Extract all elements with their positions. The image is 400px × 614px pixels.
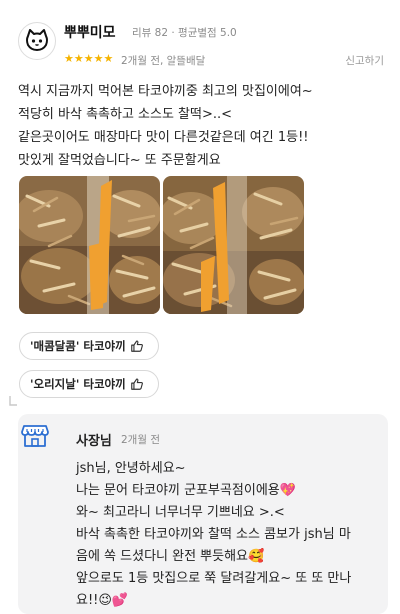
- report-button[interactable]: 신고하기: [345, 53, 384, 68]
- reply-line: 와~ 최고라니 너무너무 기쁘네요 >.<: [76, 505, 285, 520]
- review-line: 맛있게 잘먹었습니다~ 또 주문할게요: [18, 153, 221, 168]
- reply-line: jsh님, 안녕하세요~: [76, 461, 186, 476]
- menu-tag[interactable]: '매콤달콤' 타코야끼: [19, 332, 159, 360]
- reviewer-meta: 리뷰 82 · 평균별점 5.0: [132, 27, 237, 39]
- menu-tag[interactable]: '오리지날' 타코야끼: [19, 370, 159, 398]
- menu-tag-label: '오리지날' 타코야끼: [30, 377, 126, 391]
- reply-line: 요!!😉💕: [76, 593, 129, 608]
- owner-name: 사장님: [76, 434, 112, 449]
- reply-line: 앞으로도 1등 맛집으로 쭉 달려갈게요~ 또 또 만나: [76, 571, 352, 586]
- thumbs-up-icon: [130, 378, 143, 390]
- review-photo[interactable]: [163, 176, 304, 314]
- owner-reply-date: 2개월 전: [121, 434, 160, 446]
- reply-line: 바삭 촉촉한 타코야끼와 찰떡 소스 콤보가 jsh님 마: [76, 527, 351, 542]
- review-photo[interactable]: [19, 176, 160, 314]
- reviewer-avatar[interactable]: [18, 22, 56, 60]
- rating-stars: ★★★★★: [64, 52, 114, 65]
- reply-line: 나는 문어 타코야끼 군포부곡점이에용💖: [76, 483, 296, 498]
- owner-reply-text: jsh님, 안녕하세요~ 나는 문어 타코야끼 군포부곡점이에용💖 와~ 최고라…: [76, 458, 382, 612]
- reviewer-name[interactable]: 뿌뿌미모: [64, 22, 116, 42]
- review-text: 역시 지금까지 먹어본 타코야끼중 최고의 맛집이에여~ 적당히 바삭 촉촉하고…: [18, 80, 388, 172]
- review-date: 2개월 전, 알뜰배달: [121, 55, 206, 67]
- reply-line: 음에 쏙 드셨다니 완전 뿌듯해요🥰: [76, 549, 265, 564]
- cat-face-icon: [26, 29, 48, 51]
- review-line: 역시 지금까지 먹어본 타코야끼중 최고의 맛집이에여~: [18, 84, 313, 99]
- review-line: 같은곳이어도 매장마다 맛이 다른것같은데 여긴 1등!!: [18, 130, 309, 145]
- storefront-icon: [20, 420, 50, 450]
- reply-corner-icon: [9, 396, 17, 406]
- menu-tag-label: '매콤달콤' 타코야끼: [30, 339, 126, 353]
- thumbs-up-icon: [130, 340, 143, 352]
- review-line: 적당히 바삭 촉촉하고 소스도 찰떡>..<: [18, 107, 233, 122]
